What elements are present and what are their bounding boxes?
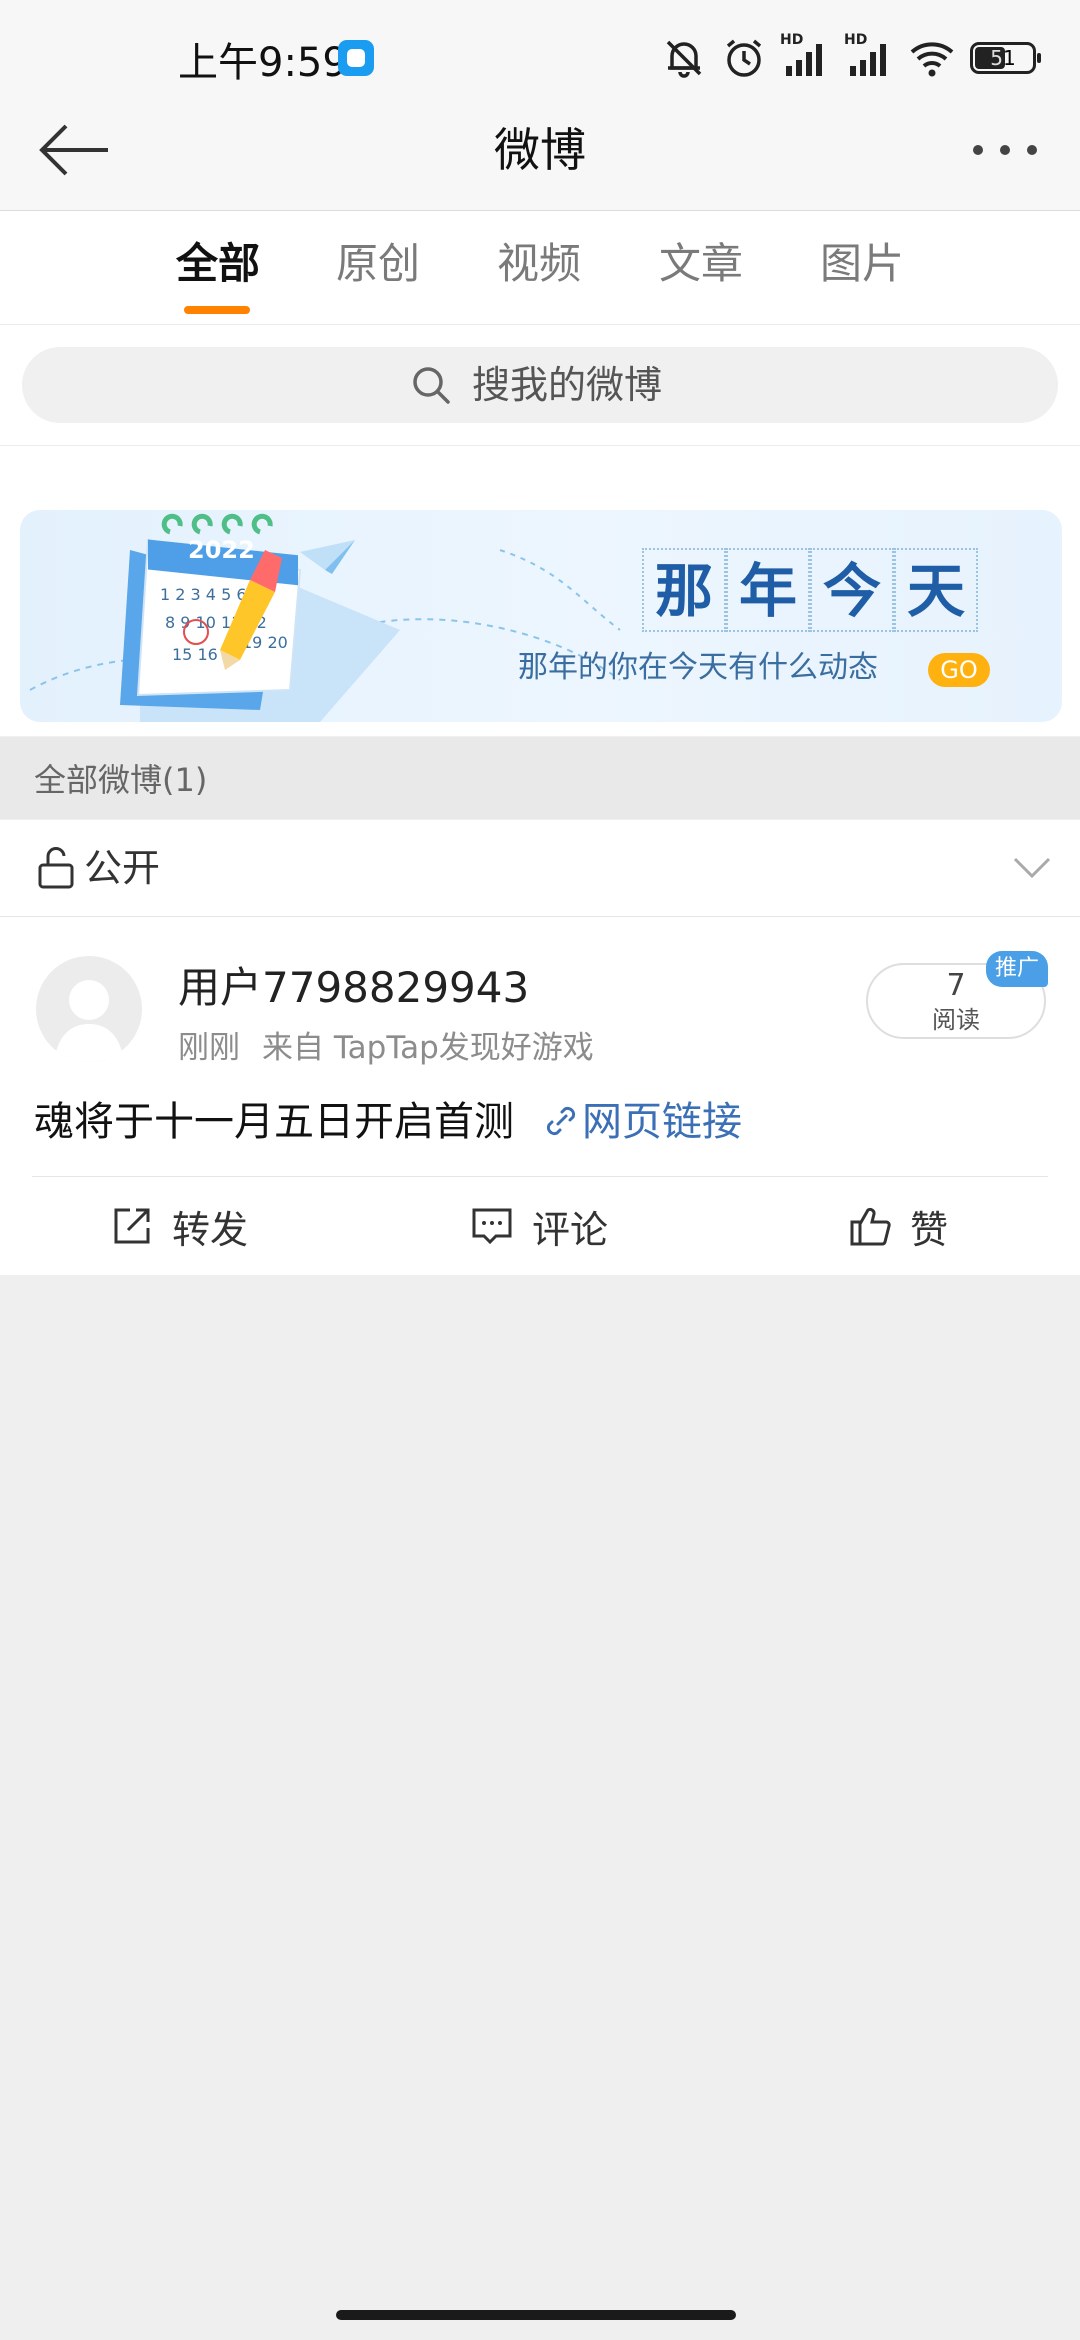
- post-meta: 刚刚 来自 TapTap发现好游戏: [178, 1026, 594, 1070]
- post-source[interactable]: 来自 TapTap发现好游戏: [262, 1030, 594, 1066]
- more-options-icon[interactable]: [970, 140, 1040, 160]
- go-button[interactable]: GO: [928, 653, 990, 687]
- web-link[interactable]: 网页链接: [582, 1094, 742, 1150]
- tab-image[interactable]: 图片: [820, 236, 904, 292]
- tab-video[interactable]: 视频: [497, 236, 581, 292]
- post-text: 魂将于十一月五日开启首测: [34, 1099, 514, 1145]
- tab-original[interactable]: 原创: [336, 236, 420, 292]
- comment-button[interactable]: 评论: [470, 1196, 608, 1256]
- banner-subtitle: 那年的你在今天有什么动态: [518, 650, 878, 685]
- comment-icon: [472, 1208, 512, 1245]
- like-label: 赞: [910, 1207, 949, 1252]
- chevron-down-icon[interactable]: [1012, 856, 1052, 880]
- home-indicator[interactable]: [336, 2310, 736, 2320]
- visibility-filter[interactable]: [0, 820, 1080, 917]
- repost-icon: [114, 1208, 150, 1244]
- link-icon: [546, 1106, 576, 1136]
- repost-label: 转发: [172, 1207, 249, 1252]
- promote-badge[interactable]: 推广: [986, 951, 1048, 987]
- section-label: 全部微博(1): [34, 761, 208, 799]
- svg-text:15 16: 15 16: [172, 645, 218, 664]
- signal-1-icon: HD: [780, 32, 830, 80]
- read-label: 阅读: [932, 1006, 980, 1034]
- search-icon: [413, 367, 450, 404]
- wifi-icon: [910, 42, 954, 77]
- battery-icon: 51: [970, 42, 1041, 74]
- page-title: 微博: [494, 123, 586, 177]
- comment-label: 评论: [532, 1207, 609, 1252]
- app-notification-icon: [338, 40, 374, 76]
- svg-text:1 2 3 4 5 6: 1 2 3 4 5 6: [160, 585, 247, 604]
- divider: [32, 1176, 1048, 1177]
- like-button[interactable]: 赞: [848, 1196, 948, 1256]
- thumbs-up-icon: [850, 1207, 891, 1246]
- tab-all[interactable]: 全部: [176, 236, 260, 292]
- repost-button[interactable]: 转发: [110, 1196, 248, 1256]
- post-time: 刚刚: [178, 1030, 240, 1066]
- status-time: 上午9:59: [178, 40, 348, 86]
- visibility-label: 公开: [84, 846, 161, 890]
- avatar[interactable]: [36, 956, 142, 1062]
- alarm-icon: [726, 39, 762, 77]
- search-placeholder: 搜我的微博: [472, 363, 663, 407]
- banner-title: 那 年 今 天: [642, 548, 978, 632]
- mute-bell-icon: [666, 40, 702, 78]
- unlock-icon: [38, 847, 74, 889]
- active-tab-indicator: [184, 306, 250, 314]
- signal-2-icon: HD: [844, 32, 894, 80]
- svg-text:2022: 2022: [188, 536, 255, 564]
- status-icons: HD HD 51: [660, 32, 1041, 82]
- username[interactable]: 用户7798829943: [178, 960, 529, 1016]
- tab-article[interactable]: 文章: [659, 236, 743, 292]
